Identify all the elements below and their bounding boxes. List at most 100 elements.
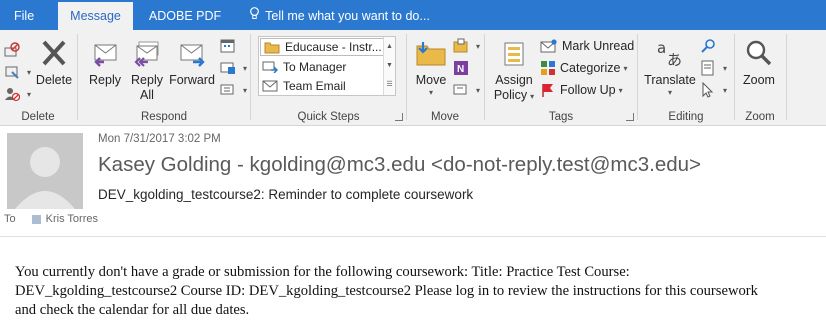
- recipient-presence-icon: [31, 214, 41, 224]
- related-icon: [700, 60, 716, 76]
- related-button[interactable]: ▾: [700, 58, 727, 78]
- respond-group-label: Respond: [140, 111, 188, 123]
- body-line: and check the calendar for all due dates…: [15, 302, 250, 318]
- tab-message[interactable]: Message: [58, 2, 133, 30]
- sender-avatar: [7, 133, 83, 209]
- quick-step-to-manager[interactable]: To Manager: [259, 57, 395, 76]
- tags-launcher[interactable]: [626, 113, 634, 121]
- tell-me-label: Tell me what you want to do...: [265, 9, 430, 23]
- quick-step-label: Educause - Instr...: [285, 40, 382, 54]
- tags-group: Assign Policy ▾ Mark Unread Categorize ▾ F…: [485, 30, 637, 126]
- message-body: You currently don't have a grade or subm…: [15, 263, 826, 320]
- delete-button[interactable]: Delete: [35, 36, 73, 88]
- cursor-icon: [700, 82, 716, 98]
- zoom-label: Zoom: [743, 73, 775, 87]
- mail-icon: [262, 79, 278, 92]
- forward-icon: [168, 36, 216, 70]
- follow-up-button[interactable]: Follow Up ▾: [540, 80, 623, 100]
- reply-all-label-1: Reply: [131, 73, 163, 87]
- person-icon: [7, 133, 83, 209]
- ribbon-tab-bar: File Message ADOBE PDF Tell me what you …: [0, 0, 826, 30]
- recipients-row: To Kris Torres: [4, 213, 98, 225]
- tab-adobe-pdf[interactable]: ADOBE PDF: [133, 0, 235, 30]
- select-button[interactable]: ▾: [700, 80, 727, 100]
- message-sender[interactable]: Kasey Golding - kgolding@mc3.edu <do-not…: [98, 153, 701, 177]
- mark-unread-label: Mark Unread: [562, 39, 635, 53]
- body-line: DEV_kgolding_testcourse2 Course ID: DEV_…: [15, 283, 758, 299]
- more-respond-button[interactable]: ▾: [220, 80, 247, 100]
- more-respond-icon: [220, 82, 236, 98]
- im-button[interactable]: ▾: [220, 58, 247, 78]
- folder-icon: [264, 41, 280, 54]
- reply-button[interactable]: Reply: [84, 36, 126, 88]
- search-icon: [700, 38, 716, 54]
- rules-icon: [453, 38, 469, 54]
- quick-steps-scrollbar[interactable]: ▲ ▼ ☰: [383, 37, 395, 95]
- rules-button[interactable]: ▾: [453, 36, 480, 56]
- zoom-group-label: Zoom: [745, 111, 775, 123]
- ignore-icon: [4, 42, 20, 58]
- move-folder-icon: [410, 36, 452, 70]
- ignore-button[interactable]: [4, 40, 24, 60]
- quick-steps-group-label: Quick Steps: [297, 111, 360, 123]
- actions-icon: [453, 82, 469, 98]
- quick-steps-gallery: Educause - Instr... To Manager Team Emai…: [258, 36, 396, 96]
- actions-button[interactable]: ▾: [453, 80, 480, 100]
- translate-label: Translate: [644, 73, 696, 87]
- categorize-icon: [540, 60, 556, 76]
- svg-text:a: a: [657, 39, 666, 57]
- svg-text:N: N: [457, 64, 464, 75]
- reply-label: Reply: [89, 73, 121, 87]
- quick-step-team-email[interactable]: Team Email: [259, 76, 395, 95]
- respond-group: Reply Reply All Forward ▾ ▾ Respond: [78, 30, 250, 126]
- find-button[interactable]: [700, 36, 720, 56]
- zoom-group: Zoom Zoom: [735, 30, 785, 126]
- quick-step-educause[interactable]: Educause - Instr...: [260, 38, 394, 56]
- magnifier-icon: [737, 36, 781, 70]
- delete-group-label: Delete: [21, 111, 55, 123]
- forward-label: Forward: [169, 73, 215, 87]
- to-label: To: [4, 213, 16, 225]
- move-label: Move: [415, 73, 447, 87]
- reply-all-label-2: All: [140, 88, 154, 102]
- ribbon-separator: [786, 34, 787, 120]
- tell-me-search[interactable]: Tell me what you want to do...: [235, 0, 442, 30]
- meeting-button[interactable]: [220, 36, 240, 56]
- forward-button[interactable]: Forward: [168, 36, 216, 88]
- translate-button[interactable]: aあ Translate ▾: [642, 36, 698, 97]
- translate-icon: aあ: [642, 36, 698, 70]
- junk-button[interactable]: ▾: [4, 84, 31, 104]
- cleanup-icon: [4, 64, 20, 80]
- message-date: Mon 7/31/2017 3:02 PM: [98, 133, 221, 145]
- onenote-icon: N: [453, 60, 469, 76]
- ribbon: ▾ ▾ Delete Delete Reply Reply All Forwar…: [0, 30, 826, 126]
- header-divider: [0, 236, 826, 237]
- assign-policy-button[interactable]: Assign Policy ▾: [491, 36, 537, 104]
- meeting-icon: [220, 38, 236, 54]
- assign-policy-label-1: Assign: [495, 73, 533, 87]
- categorize-button[interactable]: Categorize ▾: [540, 58, 627, 78]
- reply-all-icon: [126, 36, 168, 70]
- tab-file[interactable]: File: [0, 0, 58, 30]
- onenote-button[interactable]: N: [453, 58, 473, 78]
- quick-step-label: To Manager: [283, 59, 347, 74]
- assign-policy-label-2: Policy ▾: [493, 88, 535, 102]
- quick-step-label: Team Email: [283, 78, 346, 93]
- tags-group-label: Tags: [548, 111, 574, 123]
- zoom-button[interactable]: Zoom: [737, 36, 781, 88]
- move-group-label: Move: [430, 111, 460, 123]
- recipient-name[interactable]: Kris Torres: [46, 213, 98, 225]
- message-subject: DEV_kgolding_testcourse2: Reminder to co…: [98, 187, 474, 202]
- delete-label: Delete: [35, 73, 73, 87]
- envelope-icon: [540, 39, 558, 53]
- reply-all-button[interactable]: Reply All: [126, 36, 168, 103]
- quick-steps-launcher[interactable]: [395, 113, 403, 121]
- follow-up-label: Follow Up: [560, 83, 616, 97]
- cleanup-button[interactable]: ▾: [4, 62, 31, 82]
- mark-unread-button[interactable]: Mark Unread: [540, 36, 634, 56]
- lightbulb-icon: [249, 0, 260, 32]
- reply-icon: [84, 36, 126, 70]
- move-group: Move ▾ ▾ N ▾ Move: [407, 30, 483, 126]
- move-button[interactable]: Move ▾: [410, 36, 452, 97]
- forward-mail-icon: [262, 60, 278, 73]
